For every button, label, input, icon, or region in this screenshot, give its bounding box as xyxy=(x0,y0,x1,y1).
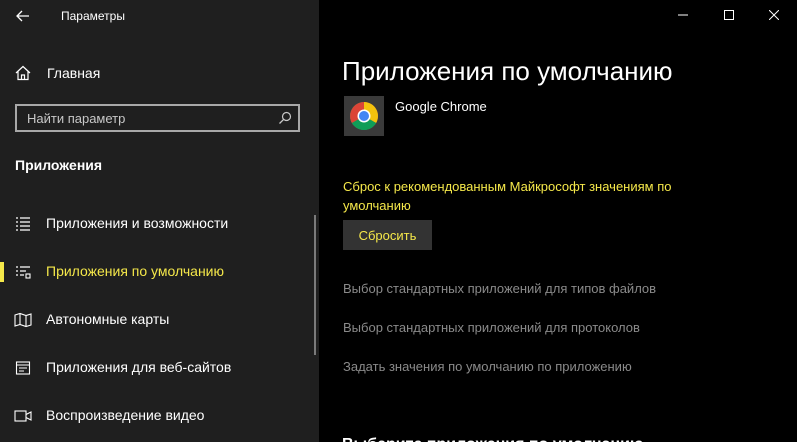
sidebar-item-web-apps[interactable]: Приложения для веб-сайтов xyxy=(0,350,319,386)
app-icon-tile xyxy=(344,96,384,136)
minimize-button[interactable] xyxy=(660,0,706,30)
chrome-icon xyxy=(350,102,378,130)
search-icon[interactable] xyxy=(276,109,294,127)
sidebar-item-label: Приложения по умолчанию xyxy=(46,263,224,279)
default-app-name: Google Chrome xyxy=(395,99,487,114)
page-title: Приложения по умолчанию xyxy=(342,56,673,86)
web-apps-icon xyxy=(14,359,32,377)
sidebar-item-offline-maps[interactable]: Автономные карты xyxy=(0,302,319,338)
map-icon xyxy=(14,311,32,329)
window-title: Параметры xyxy=(61,9,125,23)
maximize-icon xyxy=(724,10,734,20)
section-heading-cut: Выберите приложения по умолчанию xyxy=(342,436,644,442)
sidebar-item-label: Приложения для веб-сайтов xyxy=(46,359,232,375)
sidebar-scrollbar[interactable] xyxy=(314,215,316,355)
home-icon xyxy=(15,65,31,81)
sidebar: Параметры Главная Приложения Приложения … xyxy=(0,0,319,442)
search-box xyxy=(15,104,300,132)
link-by-app[interactable]: Задать значения по умолчанию по приложен… xyxy=(343,359,632,374)
minimize-icon xyxy=(678,14,688,16)
link-protocols[interactable]: Выбор стандартных приложений для протоко… xyxy=(343,320,640,335)
sidebar-home[interactable]: Главная xyxy=(14,60,304,86)
close-button[interactable] xyxy=(751,0,797,30)
sidebar-item-label: Автономные карты xyxy=(46,311,170,327)
sidebar-item-video-playback[interactable]: Воспроизведение видео xyxy=(0,398,319,434)
back-arrow-icon xyxy=(16,10,29,22)
default-browser-row[interactable]: Google Chrome xyxy=(344,96,744,136)
back-button[interactable] xyxy=(9,3,37,29)
main-content: Приложения по умолчанию Google Chrome Сб… xyxy=(319,0,797,442)
close-icon xyxy=(769,10,779,20)
search-input[interactable] xyxy=(17,106,267,130)
link-file-types[interactable]: Выбор стандартных приложений для типов ф… xyxy=(343,281,656,296)
section-title: Приложения xyxy=(15,157,103,173)
reset-button[interactable]: Сбросить xyxy=(343,220,432,250)
sidebar-item-label: Воспроизведение видео xyxy=(46,407,205,423)
maximize-button[interactable] xyxy=(706,0,752,30)
sidebar-item-apps-features[interactable]: Приложения и возможности xyxy=(0,206,319,242)
default-apps-icon xyxy=(14,263,32,281)
reset-description: Сброс к рекомендованным Майкрософт значе… xyxy=(343,179,672,213)
sidebar-item-label: Приложения и возможности xyxy=(46,215,229,231)
sidebar-item-default-apps[interactable]: Приложения по умолчанию xyxy=(0,254,319,290)
active-indicator xyxy=(0,262,4,282)
sidebar-home-label: Главная xyxy=(47,65,101,81)
apps-list-icon xyxy=(14,215,32,233)
video-icon xyxy=(14,407,32,425)
